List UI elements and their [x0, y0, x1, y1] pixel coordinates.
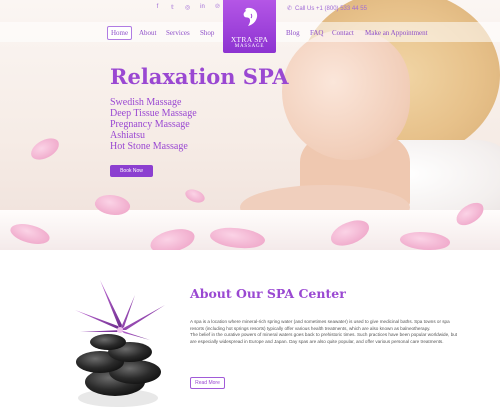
nav-item-shop[interactable]: Shop — [200, 26, 214, 40]
service-item[interactable]: Deep Tissue Massage — [110, 108, 197, 119]
hero-woman-face — [282, 30, 410, 160]
phone-contact[interactable]: ✆ Call Us +1 (800) 533 44 55 — [287, 5, 367, 13]
nav-item-services[interactable]: Services — [166, 26, 190, 40]
instagram-icon[interactable]: ◎ — [185, 4, 190, 11]
facebook-icon[interactable]: f — [155, 4, 160, 11]
rose-petal — [27, 135, 63, 163]
rose-petal — [183, 185, 207, 207]
phone-number: Call Us +1 (800) 533 44 55 — [295, 5, 367, 12]
linkedin-icon[interactable]: in — [200, 4, 205, 11]
service-item[interactable]: Swedish Massage — [110, 97, 197, 108]
hero-services-list: Swedish Massage Deep Tissue Massage Preg… — [110, 97, 197, 152]
nav-item-about[interactable]: About — [139, 26, 157, 40]
pinterest-icon[interactable]: ℗ — [215, 4, 220, 11]
service-item[interactable]: Pregnancy Massage — [110, 119, 197, 130]
about-paragraph: A spa is a location where mineral-rich s… — [190, 319, 450, 331]
site-logo[interactable]: XTRA SPA MASSAGE — [223, 0, 276, 53]
hero-title: Relaxation SPA — [110, 64, 289, 89]
page: f 𝕥 ◎ in ℗ ✆ Call Us +1 (800) 533 44 55 Home… — [0, 0, 500, 415]
read-more-button[interactable]: Read More — [190, 377, 225, 389]
nav-item-home[interactable]: Home — [107, 26, 133, 40]
about-title: About Our SPA Center — [190, 286, 346, 301]
nav-item-faq[interactable]: FAQ — [310, 26, 323, 40]
spa-stones-orchid-image — [75, 280, 165, 407]
nav-item-make-appointment[interactable]: Make an Appointment — [365, 26, 428, 40]
woman-profile-icon — [243, 7, 258, 27]
phone-icon: ✆ — [287, 6, 293, 12]
about-paragraph: The belief in the curative powers of min… — [190, 332, 458, 344]
service-item[interactable]: Hot Stone Massage — [110, 141, 197, 152]
nav-item-blog[interactable]: Blog — [286, 26, 300, 40]
nav-item-contact[interactable]: Contact — [332, 26, 354, 40]
about-description: A spa is a location where mineral-rich s… — [190, 319, 460, 345]
twitter-icon[interactable]: 𝕥 — [170, 4, 175, 11]
logo-tagline: MASSAGE — [234, 44, 265, 49]
logo-name: XTRA SPA — [230, 35, 269, 44]
service-item[interactable]: Ashiatsu — [110, 130, 197, 141]
social-links: f 𝕥 ◎ in ℗ — [155, 4, 220, 11]
book-now-button[interactable]: Book Now — [110, 165, 153, 177]
